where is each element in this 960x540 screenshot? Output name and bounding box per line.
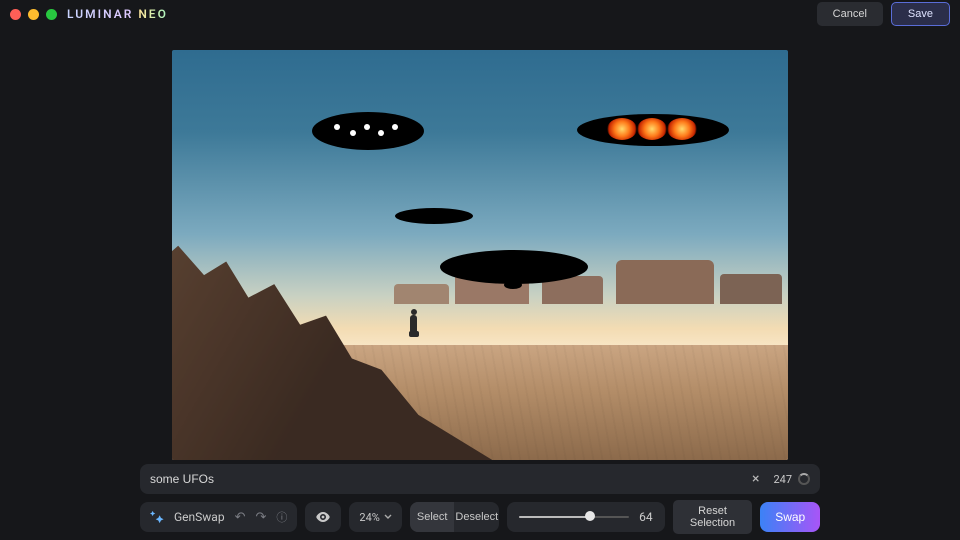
clear-prompt-icon[interactable]: × (748, 471, 763, 487)
ufo-small (395, 208, 473, 224)
char-count: 247 (773, 473, 810, 486)
image-canvas[interactable] (172, 50, 788, 460)
distant-mesa (394, 284, 449, 304)
distant-mesa (616, 260, 715, 304)
brush-size-slider[interactable] (519, 515, 629, 519)
genswap-label: GenSwap (174, 510, 225, 524)
redo-icon[interactable]: ↷ (255, 510, 266, 525)
window-controls (10, 9, 57, 20)
app-brand: LUMINAR NEO (67, 7, 168, 21)
select-mode-toggle: Select Deselect (410, 502, 499, 532)
zoom-control[interactable]: 24% (349, 502, 401, 532)
eye-icon (315, 509, 331, 525)
chevron-down-icon (384, 513, 392, 521)
select-button[interactable]: Select (410, 502, 455, 532)
seated-person (406, 303, 424, 337)
ufo-orange-lights (577, 114, 729, 146)
char-count-value: 247 (773, 473, 792, 486)
swap-button[interactable]: Swap (760, 502, 820, 532)
genswap-icon (150, 510, 164, 524)
close-window-icon[interactable] (10, 9, 21, 20)
brush-size-value: 64 (639, 510, 653, 524)
distant-mesa (720, 274, 782, 304)
cancel-button[interactable]: Cancel (817, 2, 883, 26)
save-button[interactable]: Save (891, 2, 950, 26)
tool-row: GenSwap ↶ ↷ ⓘ 24% Select Deselect 64 Res… (140, 502, 820, 532)
undo-icon[interactable]: ↶ (235, 510, 246, 525)
reset-selection-button[interactable]: Reset Selection (673, 500, 753, 534)
titlebar: LUMINAR NEO Cancel Save (0, 0, 960, 28)
ufo-large (440, 250, 588, 284)
fullscreen-window-icon[interactable] (46, 9, 57, 20)
zoom-value: 24% (359, 511, 379, 524)
ufo-white-lights (312, 112, 424, 150)
prompt-bar: × 247 (140, 464, 820, 494)
deselect-button[interactable]: Deselect (454, 502, 499, 532)
info-icon[interactable]: ⓘ (276, 509, 287, 525)
brush-size-control: 64 (507, 502, 665, 532)
minimize-window-icon[interactable] (28, 9, 39, 20)
prompt-input[interactable] (150, 472, 738, 486)
brand-text-1: LUMINAR (67, 7, 133, 21)
brand-text-2: NEO (138, 7, 168, 21)
bottom-panel: × 247 GenSwap ↶ ↷ ⓘ 24% Select Deselect (0, 464, 960, 540)
genswap-tool[interactable]: GenSwap ↶ ↷ ⓘ (140, 502, 297, 532)
loading-spinner-icon (798, 473, 810, 485)
preview-toggle[interactable] (305, 502, 341, 532)
